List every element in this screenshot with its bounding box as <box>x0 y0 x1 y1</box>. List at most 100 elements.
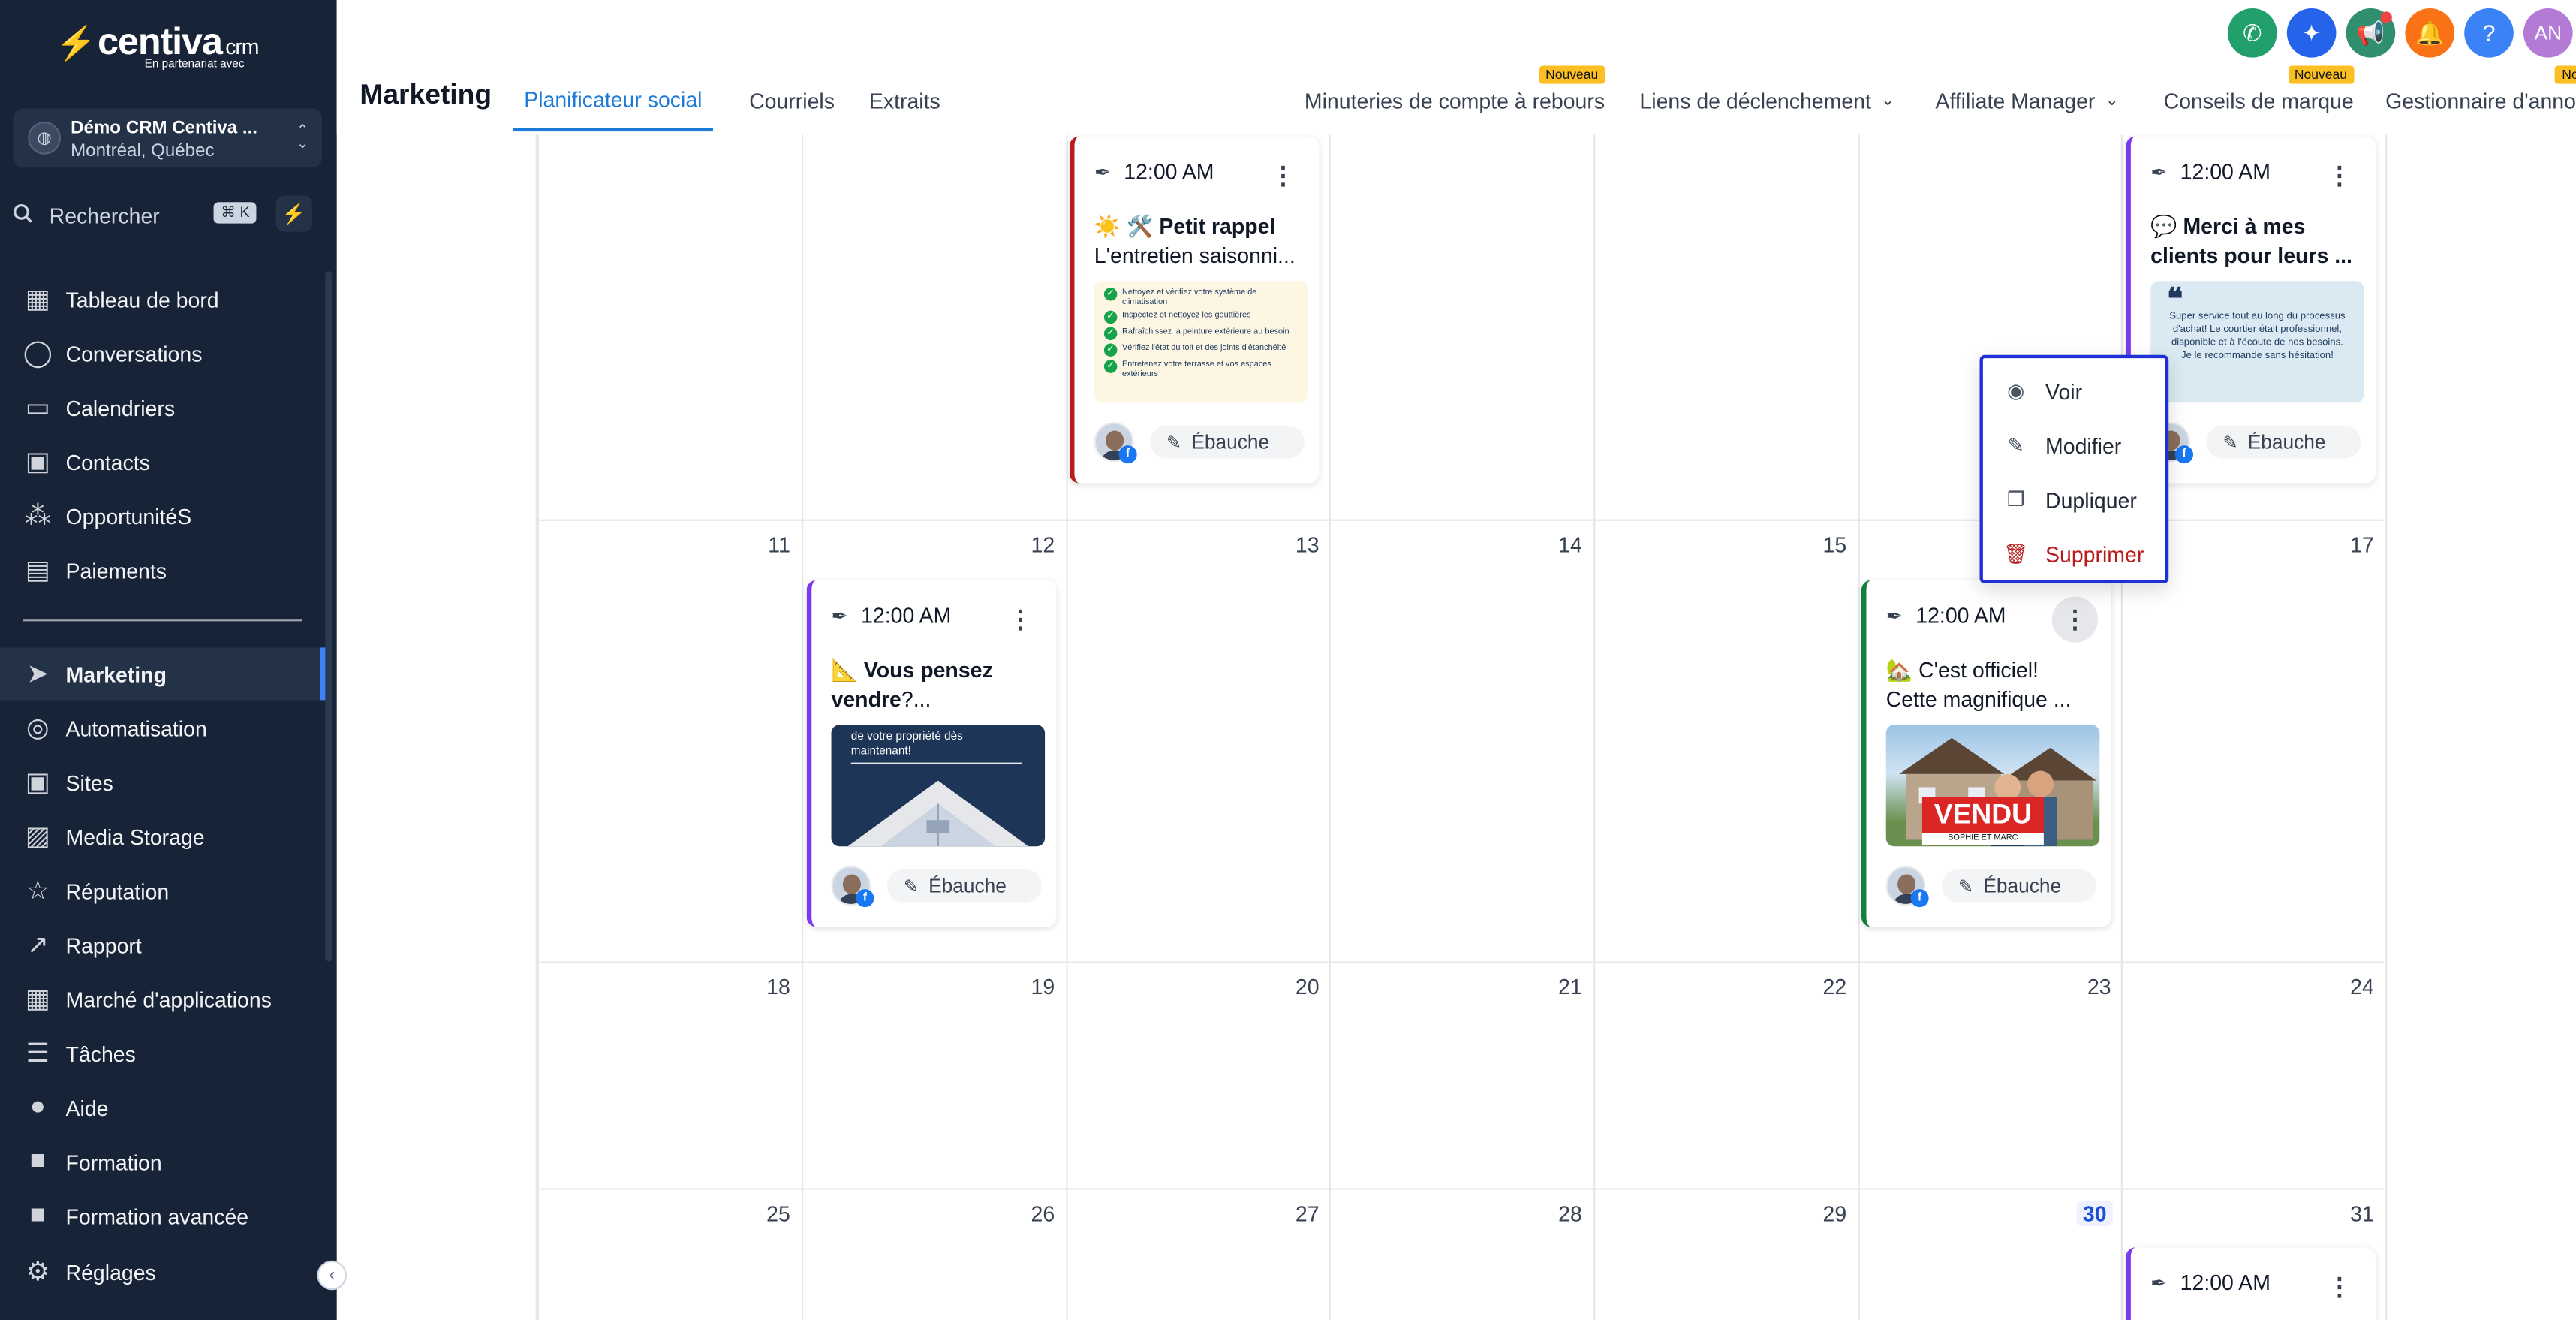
bolt-icon: ⚡ <box>56 26 97 63</box>
checklist-text: Vérifiez l'état du toit et des joints d'… <box>1121 343 1286 354</box>
post-card[interactable]: ✒ 12:00 AM ⋮ <box>2126 1247 2376 1320</box>
sidebar-item-aide[interactable]: ● Aide <box>0 1081 325 1134</box>
calendar-day-cell[interactable]: 30 <box>1858 1189 2123 1238</box>
chevron-down-icon: ⌄ <box>2105 91 2119 110</box>
tab-conseils-de-marque[interactable]: Conseils de marque Nouveau <box>2164 65 2354 131</box>
day-number: 19 <box>1031 974 1055 999</box>
tab-courriels[interactable]: Courriels <box>749 69 835 131</box>
quick-action-button[interactable]: ⚡ <box>275 195 312 232</box>
tab-planificateur-social[interactable]: Planificateur social <box>512 69 714 132</box>
brand-logo[interactable]: ⚡ centiva crm En partenariat avec <box>56 20 259 71</box>
sidebar-item-marketing[interactable]: ➤ Marketing <box>0 647 326 701</box>
calendar-day-cell[interactable]: 20 <box>1067 961 1331 1011</box>
sidebar-item-label: Conversations <box>65 341 203 366</box>
status-badge[interactable]: ✎ Ébauche <box>1150 425 1305 459</box>
checklist-text: Nettoyez et vérifiez votre système de cl… <box>1121 288 1257 308</box>
calendar-day-cell[interactable]: 23 <box>1858 961 2123 1011</box>
automation-icon: ◎ <box>26 715 50 743</box>
calendar-day-cell[interactable]: 31 <box>2121 1189 2385 1238</box>
phone-button[interactable]: ✆ <box>2228 8 2277 58</box>
calendar-day-cell[interactable]: 18 <box>537 961 802 1011</box>
sidebar-item-rapport[interactable]: ↗ Rapport <box>0 919 325 972</box>
post-menu-button[interactable]: ⋮ <box>1260 153 1306 199</box>
post-menu-button[interactable]: ⋮ <box>2316 1264 2362 1309</box>
menu-item-modifier[interactable]: ✎ Modifier <box>2003 427 2122 463</box>
facebook-icon: f <box>2174 445 2194 464</box>
post-time-label: 12:00 AM <box>1124 159 1214 185</box>
sidebar-item-tableau-de-bord[interactable]: ▦ Tableau de bord <box>0 273 325 325</box>
status-badge[interactable]: ✎ Ébauche <box>886 869 1042 903</box>
tab-gestionnaire-d-annonces[interactable]: Gestionnaire d'annonces Nouveau <box>2385 65 2576 131</box>
menu-item-voir[interactable]: ◉ Voir <box>2003 373 2082 409</box>
sidebar-item-contacts[interactable]: ▣ Contacts <box>0 435 325 488</box>
post-menu-button[interactable]: ⋮ <box>2316 153 2362 199</box>
calendar-day-cell[interactable]: 12 <box>802 520 1066 569</box>
tab-affiliate-manager[interactable]: Affiliate Manager ⌄ <box>1935 69 2119 131</box>
post-card[interactable]: ✒ 12:00 AM ⋮ 📐 Vous pensez vendre?... de … <box>806 580 1057 927</box>
opportunities-icon: ⁂ <box>24 502 51 531</box>
calendar-day-cell[interactable]: 19 <box>802 961 1066 1011</box>
user-avatar[interactable]: AN <box>2523 8 2573 58</box>
sidebar-item-paiements[interactable]: ▤ Paiements <box>0 544 325 596</box>
notifications-button[interactable]: 🔔 <box>2405 8 2455 58</box>
post-image-sold-house: VENDU SOPHIE ET MARC <box>1885 725 2100 847</box>
status-label: Ébauche <box>928 874 1007 898</box>
post-time: ✒ 12:00 AM <box>1886 603 2006 628</box>
location-name: Démo CRM Centiva ... <box>71 118 257 138</box>
calendar-day-cell[interactable]: 15 <box>1593 520 1858 569</box>
sidebar-item-media-storage[interactable]: ▨ Media Storage <box>0 810 325 863</box>
announcements-button[interactable]: 📢 <box>2346 8 2396 58</box>
calendar-day-cell[interactable]: 24 <box>2121 961 2385 1011</box>
sidebar-item-sites[interactable]: ▣ Sites <box>0 756 325 809</box>
sidebar-item-automatisation[interactable]: ◎ Automatisation <box>0 702 325 755</box>
post-menu-button[interactable]: ⋮ <box>998 597 1043 643</box>
trash-icon: 🗑 <box>2003 542 2029 565</box>
status-badge[interactable]: ✎ Ébauche <box>1942 869 2096 903</box>
calendar-day-cell[interactable]: 27 <box>1067 1189 1331 1238</box>
sidebar-item-r-putation[interactable]: ☆ Réputation <box>0 864 325 917</box>
calendar-day-cell[interactable]: 25 <box>537 1189 802 1238</box>
tab-extraits[interactable]: Extraits <box>869 69 940 131</box>
post-time: ✒ 12:00 AM <box>832 603 952 628</box>
calendar-day-cell[interactable]: 21 <box>1329 961 1593 1011</box>
post-menu-button[interactable]: ⋮ <box>2051 596 2099 643</box>
sidebar-item-formation[interactable]: ■ Formation <box>0 1135 325 1188</box>
help-button[interactable]: ? <box>2464 8 2514 58</box>
menu-item-dupliquer[interactable]: ❐ Dupliquer <box>2003 481 2137 517</box>
sidebar-item-formation-avanc-e[interactable]: ■ Formation avancée <box>0 1190 325 1243</box>
sidebar-item-settings[interactable]: ⚙ Réglages <box>0 1246 325 1298</box>
post-text: ☀️ 🛠️ Petit rappel L'entretien saisonni..… <box>1094 212 1303 271</box>
tab-liens-de-d-clenchement[interactable]: Liens de déclenchement ⌄ <box>1639 69 1894 131</box>
location-avatar-icon: ◍ <box>28 121 61 155</box>
calendar-day-cell[interactable]: 14 <box>1329 520 1593 569</box>
sidebar-scrollbar[interactable] <box>325 271 333 962</box>
ai-button[interactable]: ✦ <box>2286 8 2337 58</box>
day-number: 26 <box>1031 1201 1055 1226</box>
sold-sign: VENDU <box>1921 797 2044 833</box>
sites-icon: ▣ <box>25 769 50 797</box>
calendar-day-cell[interactable]: 11 <box>537 520 802 569</box>
search-input[interactable]: Rechercher ⌘ K <box>14 195 263 235</box>
calendar-day-cell[interactable]: 29 <box>1593 1189 1858 1238</box>
collapse-sidebar-button[interactable]: ‹ <box>317 1260 347 1291</box>
calendar-day-cell[interactable]: 28 <box>1329 1189 1593 1238</box>
calendar-day-cell[interactable]: 26 <box>802 1189 1066 1238</box>
calendar-day-cell[interactable]: 13 <box>1067 520 1331 569</box>
post-card[interactable]: ✒ 12:00 AM ⋮ 🏡 C'est officiel! Cette magn… <box>1861 580 2111 927</box>
post-card[interactable]: ✒ 12:00 AM ⋮ ☀️ 🛠️ Petit rappel L'entretie… <box>1069 136 1320 484</box>
sidebar-item-t-ches[interactable]: ☰ Tâches <box>0 1027 325 1080</box>
sidebar-item-march-d-applications[interactable]: ▦ Marché d'applications <box>0 973 325 1026</box>
post-body: L'entretien saisonni... <box>1094 243 1296 268</box>
sidebar-item-calendriers[interactable]: ▭ Calendriers <box>0 381 325 434</box>
calendar-day-cell[interactable]: 22 <box>1593 961 1858 1011</box>
bolt-icon: ⚡ <box>281 202 307 225</box>
sidebar-item-conversations[interactable]: ◯ Conversations <box>0 327 325 380</box>
location-switcher[interactable]: ◍ Démo CRM Centiva ... Montréal, Québec … <box>13 108 323 168</box>
checklist-item: ✓ Inspectez et nettoyez les gouttières <box>1103 310 1298 324</box>
sidebar-item-opportunit-s[interactable]: ⁂ OpportunitéS <box>0 490 325 542</box>
menu-item-supprimer[interactable]: 🗑 Supprimer <box>2003 536 2144 572</box>
more-vertical-icon: ⋮ <box>2327 1273 2352 1302</box>
tab-minuteries-de-compte-rebours[interactable]: Minuteries de compte à rebours Nouveau <box>1305 65 1605 131</box>
status-badge[interactable]: ✎ Ébauche <box>2206 425 2361 459</box>
post-time-label: 12:00 AM <box>1915 603 2006 628</box>
